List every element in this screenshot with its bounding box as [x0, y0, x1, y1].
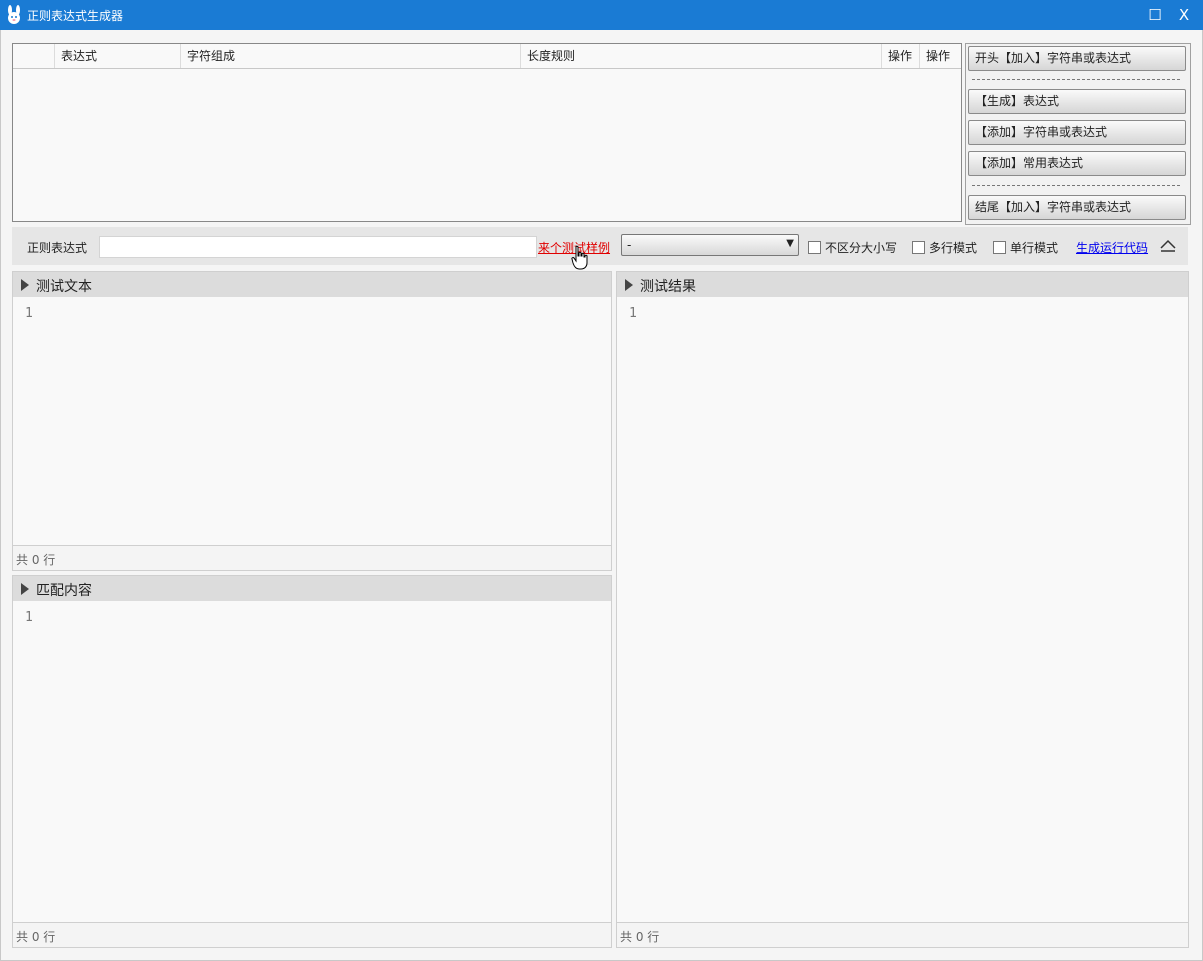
test-result-footer: 共 0 行	[617, 922, 1188, 947]
common-regex-dropdown[interactable]: - ▼	[621, 234, 799, 256]
match-content-panel: 匹配内容 1 共 0 行	[12, 575, 612, 948]
match-content-editor[interactable]	[43, 606, 605, 919]
expand-triangle-icon[interactable]	[21, 583, 29, 595]
multiline-label: 多行模式	[929, 241, 978, 255]
line-number: 1	[629, 306, 637, 321]
grid-col-length-rule[interactable]: 长度规则	[520, 44, 881, 68]
grid-col-composition[interactable]: 字符组成	[180, 44, 520, 68]
collapse-up-icon[interactable]	[1159, 236, 1177, 254]
regex-label: 正则表达式	[27, 241, 88, 255]
test-text-footer: 共 0 行	[13, 545, 611, 570]
title-bar: 正则表达式生成器 ☐ X	[0, 0, 1203, 30]
test-text-header[interactable]: 测试文本	[13, 272, 611, 297]
match-content-title: 匹配内容	[36, 583, 92, 599]
expand-triangle-icon[interactable]	[21, 279, 29, 291]
match-content-footer: 共 0 行	[13, 922, 611, 947]
match-content-header[interactable]: 匹配内容	[13, 576, 611, 601]
singleline-label: 单行模式	[1010, 241, 1059, 255]
multiline-checkbox[interactable]	[912, 241, 925, 254]
separator	[972, 185, 1180, 186]
singleline-checkbox[interactable]	[993, 241, 1006, 254]
grid-col-action-2[interactable]: 操作	[919, 44, 959, 68]
end-add-button[interactable]: 结尾【加入】字符串或表达式	[968, 195, 1186, 220]
grid-col-expression[interactable]: 表达式	[54, 44, 180, 68]
test-text-panel: 测试文本 1 共 0 行	[12, 271, 612, 571]
test-result-title: 测试结果	[640, 279, 696, 295]
ignore-case-checkbox[interactable]	[808, 241, 821, 254]
test-text-editor[interactable]	[43, 302, 605, 542]
line-count: 共 0 行	[16, 930, 56, 944]
builder-button-panel: 开头【加入】字符串或表达式 【生成】表达式 【添加】字符串或表达式 【添加】常用…	[965, 43, 1191, 225]
window-title: 正则表达式生成器	[27, 9, 124, 23]
line-count: 共 0 行	[620, 930, 660, 944]
add-string-button[interactable]: 【添加】字符串或表达式	[968, 120, 1186, 145]
dropdown-value: -	[627, 238, 632, 252]
regex-toolbar: 正则表达式 来个测试样例 - ▼ 不区分大小写 多行模式 单行模式 生成运行代码	[12, 227, 1188, 265]
line-number: 1	[25, 306, 33, 321]
generate-code-link[interactable]: 生成运行代码	[1076, 239, 1148, 256]
test-text-title: 测试文本	[36, 279, 92, 295]
expression-grid[interactable]: 表达式 字符组成 长度规则 操作 操作	[12, 43, 962, 222]
grid-col-select	[13, 44, 54, 68]
grid-header: 表达式 字符组成 长度规则 操作 操作	[13, 44, 961, 69]
add-common-button[interactable]: 【添加】常用表达式	[968, 151, 1186, 176]
generate-button[interactable]: 【生成】表达式	[968, 89, 1186, 114]
expand-triangle-icon[interactable]	[625, 279, 633, 291]
test-result-panel: 测试结果 1 共 0 行	[616, 271, 1189, 948]
regex-input[interactable]	[99, 236, 537, 258]
separator	[972, 79, 1180, 80]
line-count: 共 0 行	[16, 553, 56, 567]
close-button[interactable]: X	[1173, 4, 1195, 26]
grid-col-action-1[interactable]: 操作	[881, 44, 919, 68]
test-result-editor[interactable]	[647, 302, 1182, 919]
rabbit-app-icon	[8, 5, 20, 24]
hand-pointer-icon	[571, 245, 588, 270]
ignore-case-label: 不区分大小写	[825, 241, 898, 255]
dropdown-arrow-icon: ▼	[786, 238, 794, 249]
line-number: 1	[25, 610, 33, 625]
start-add-button[interactable]: 开头【加入】字符串或表达式	[968, 46, 1186, 71]
test-result-header[interactable]: 测试结果	[617, 272, 1188, 297]
maximize-button[interactable]: ☐	[1144, 4, 1166, 26]
